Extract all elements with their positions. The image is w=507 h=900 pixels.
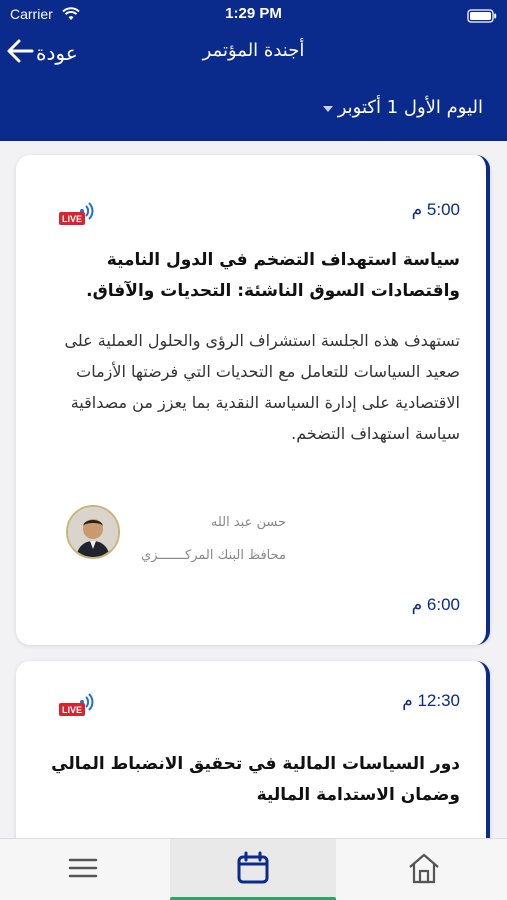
session-description: تستهدف هذه الجلسة استشراف الرؤى والحلول … <box>64 331 460 443</box>
speaker-avatar[interactable] <box>66 505 120 559</box>
speaker-role: محافظ البنك المركـــــــزي <box>141 548 286 563</box>
session-start-time: 5:00 م <box>411 200 460 219</box>
home-icon <box>407 852 441 888</box>
live-stream-icon[interactable]: LIVE <box>58 199 98 229</box>
status-time: 1:29 PM <box>225 5 282 22</box>
tab-agenda[interactable] <box>170 839 336 900</box>
menu-icon <box>68 857 98 883</box>
session-end-time: 6:00 م <box>411 595 460 614</box>
live-label: LIVE <box>62 705 82 715</box>
tab-menu[interactable] <box>0 839 166 900</box>
day-selector[interactable]: اليوم الأول 1 أكتوبر <box>322 97 483 118</box>
tab-home[interactable] <box>341 839 507 900</box>
live-stream-icon[interactable]: LIVE <box>58 690 98 720</box>
session-card[interactable]: 5:00 م LIVE سياسة استهداف التضخم في الدو… <box>16 155 490 645</box>
session-title: دور السياسات المالية في تحقيق الانضباط ا… <box>51 754 460 805</box>
app-header: Carrier 1:29 PM عودة أجندة المؤتمر اليوم… <box>0 0 507 141</box>
session-title: سياسة استهداف التضخم في الدول النامية وا… <box>86 250 460 301</box>
day-label: اليوم الأول 1 أكتوبر <box>337 97 483 118</box>
session-start-time: 12:30 م <box>402 691 460 710</box>
calendar-icon <box>236 851 270 889</box>
speaker-name: حسن عبد الله <box>210 515 286 530</box>
status-bar: Carrier 1:29 PM <box>0 0 507 30</box>
session-card[interactable]: 12:30 م LIVE دور السياسات المالية في تحق… <box>16 661 490 838</box>
page-title: أجندة المؤتمر <box>202 40 305 61</box>
live-label: LIVE <box>62 214 82 224</box>
chevron-down-icon <box>322 98 334 117</box>
battery-icon <box>467 8 497 27</box>
tab-bar <box>0 838 507 900</box>
session-list[interactable]: 5:00 م LIVE سياسة استهداف التضخم في الدو… <box>0 141 507 838</box>
